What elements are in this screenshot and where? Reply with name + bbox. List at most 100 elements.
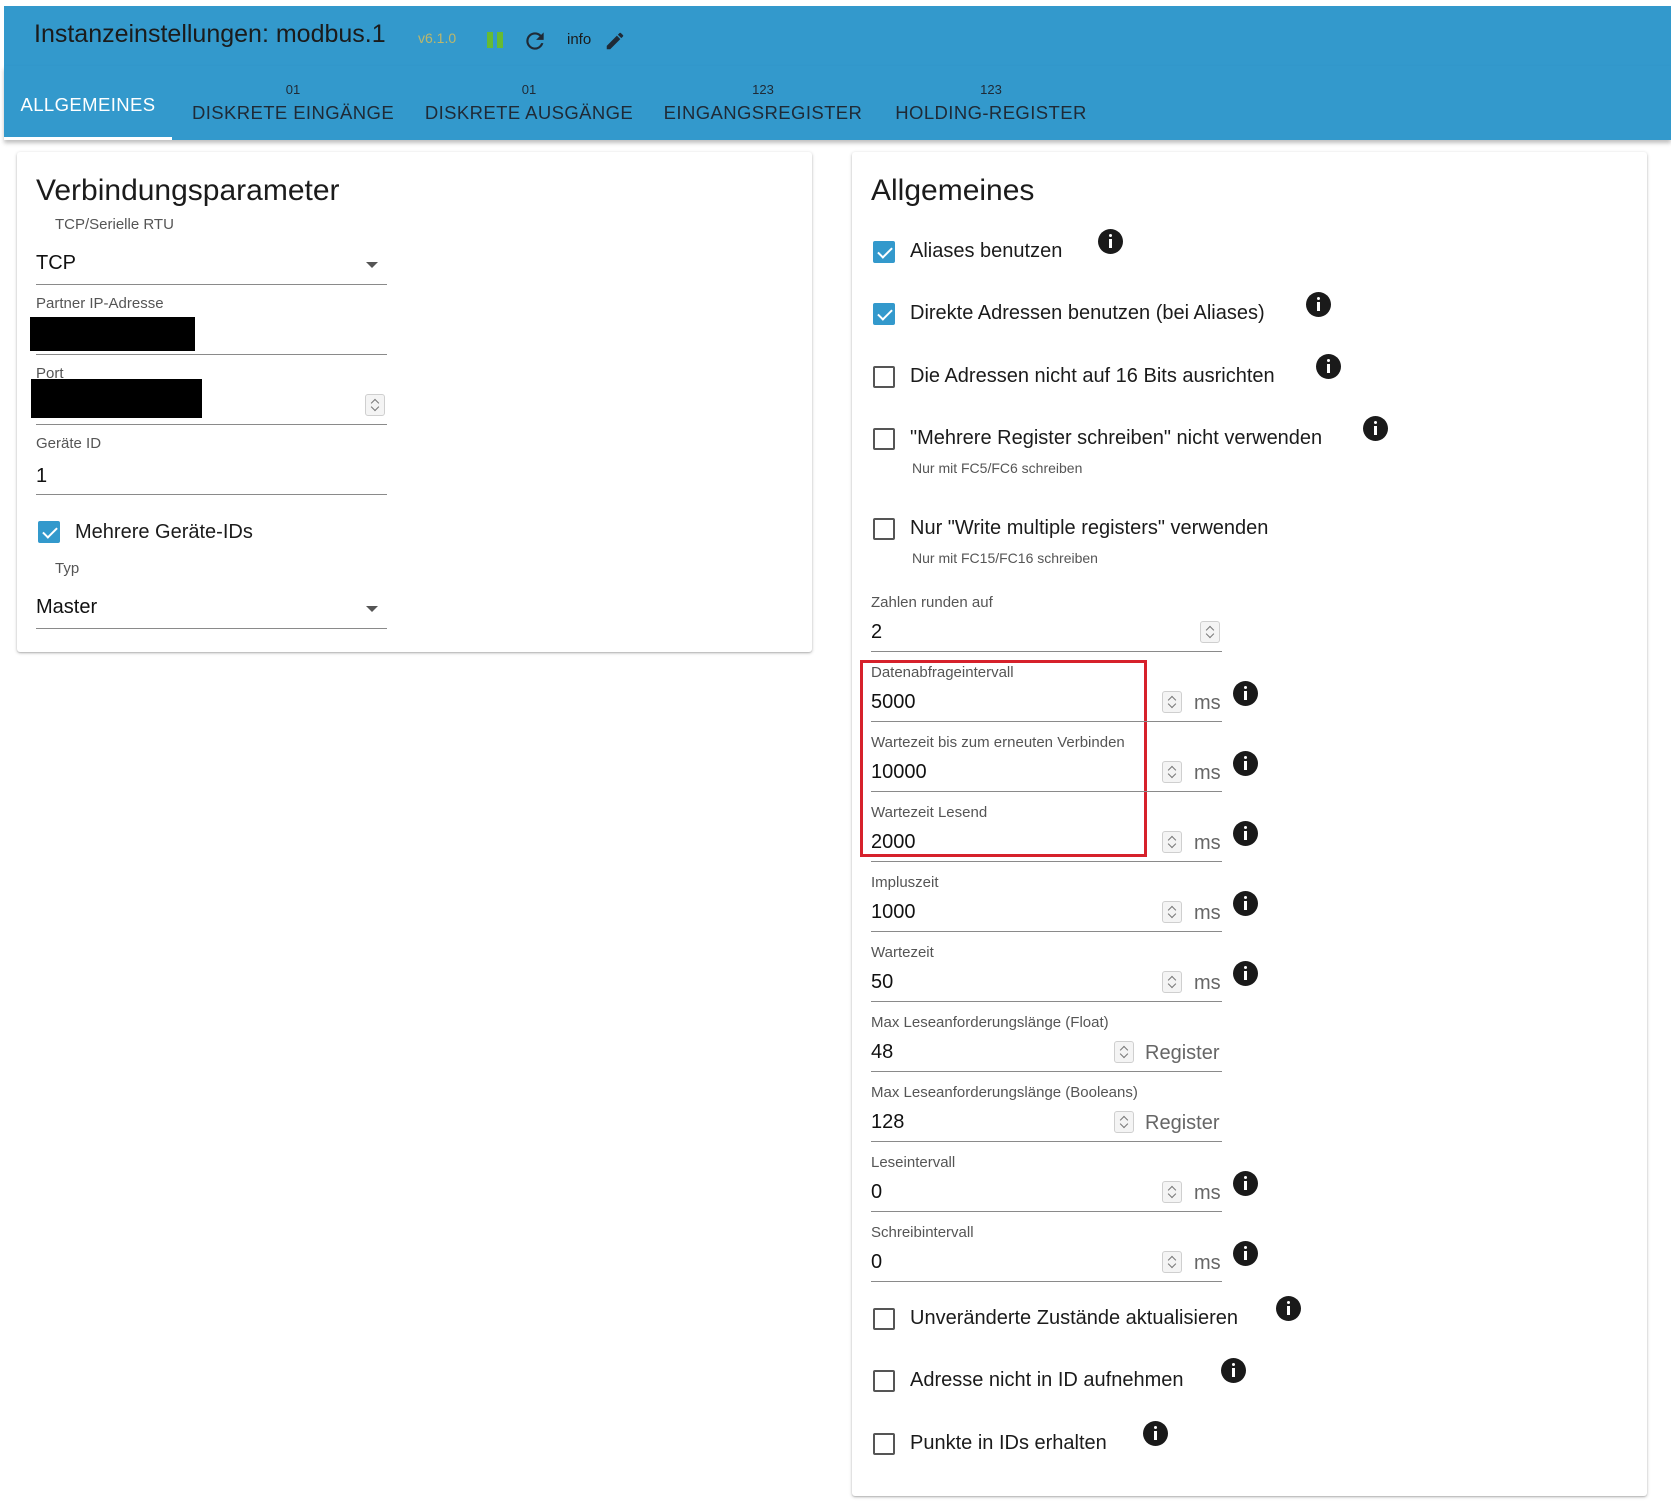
info-link[interactable]: info <box>567 31 591 48</box>
tab-diskrete-eingaenge[interactable]: 01 DISKRETE EINGÄNGE <box>186 66 400 140</box>
write-interval-label: Schreibintervall <box>871 1224 974 1241</box>
address-not-in-id-checkbox[interactable] <box>873 1370 895 1392</box>
no-multi-write-label: "Mehrere Register schreiben" nicht verwe… <box>910 427 1323 449</box>
info-icon[interactable] <box>1233 821 1258 846</box>
read-timeout-unit: ms <box>1194 832 1221 854</box>
write-interval-stepper[interactable] <box>1162 1251 1182 1273</box>
reconnect-input[interactable]: 10000 <box>871 761 927 784</box>
info-icon[interactable] <box>1306 292 1331 317</box>
role-select[interactable]: Master <box>36 596 97 619</box>
pause-icon[interactable] <box>486 30 504 50</box>
multi-ids-label: Mehrere Geräte-IDs <box>75 521 253 543</box>
read-interval-label: Leseintervall <box>871 1154 956 1171</box>
connection-type-select[interactable]: TCP <box>36 252 76 275</box>
max-read-float-stepper[interactable] <box>1114 1041 1134 1063</box>
tab-label: HOLDING-REGISTER <box>895 102 1087 123</box>
info-icon[interactable] <box>1363 416 1388 441</box>
info-icon[interactable] <box>1233 681 1258 706</box>
field-underline <box>36 284 387 285</box>
info-icon[interactable] <box>1233 961 1258 986</box>
tab-label: ALLGEMEINES <box>20 94 156 115</box>
no-multi-write-help: Nur mit FC5/FC6 schreiben <box>912 460 1083 476</box>
port-input-redacted[interactable] <box>31 379 202 418</box>
page-title: Instanzeinstellungen: modbus.1 <box>34 20 386 48</box>
port-stepper[interactable] <box>365 394 385 416</box>
read-timeout-label: Wartezeit Lesend <box>871 804 988 821</box>
pulse-time-input[interactable]: 1000 <box>871 901 916 924</box>
read-interval-input[interactable]: 0 <box>871 1181 882 1204</box>
field-underline <box>871 791 1222 792</box>
info-icon[interactable] <box>1233 1171 1258 1196</box>
tab-diskrete-ausgaenge[interactable]: 01 DISKRETE AUSGÄNGE <box>422 66 636 140</box>
no-multi-write-checkbox[interactable] <box>873 428 895 450</box>
round-stepper[interactable] <box>1200 621 1220 643</box>
ip-address-input-redacted[interactable] <box>30 317 195 351</box>
write-interval-input[interactable]: 0 <box>871 1251 882 1274</box>
keep-dots-checkbox[interactable] <box>873 1433 895 1455</box>
keep-dots-label: Punkte in IDs erhalten <box>910 1432 1107 1454</box>
info-icon[interactable] <box>1233 751 1258 776</box>
tab-label: DISKRETE EINGÄNGE <box>191 102 395 123</box>
update-unchanged-checkbox[interactable] <box>873 1308 895 1330</box>
pulse-time-stepper[interactable] <box>1162 901 1182 923</box>
field-underline <box>871 1281 1222 1282</box>
poll-interval-stepper[interactable] <box>1162 691 1182 713</box>
info-icon[interactable] <box>1098 229 1123 254</box>
connection-type-label: TCP/Serielle RTU <box>55 216 174 233</box>
field-underline <box>36 628 387 629</box>
wait-time-label: Wartezeit <box>871 944 934 961</box>
pulse-time-unit: ms <box>1194 902 1221 924</box>
use-aliases-checkbox[interactable] <box>873 241 895 263</box>
wait-time-input[interactable]: 50 <box>871 971 893 994</box>
read-interval-stepper[interactable] <box>1162 1181 1182 1203</box>
version-label: v6.1.0 <box>418 30 457 46</box>
role-label: Typ <box>55 560 80 577</box>
info-icon[interactable] <box>1233 1241 1258 1266</box>
device-id-label: Geräte ID <box>36 435 102 452</box>
tab-holding-register[interactable]: 123 HOLDING-REGISTER <box>888 66 1094 140</box>
only-multi-write-checkbox[interactable] <box>873 518 895 540</box>
only-multi-write-label: Nur "Write multiple registers" verwenden <box>910 517 1269 539</box>
info-icon[interactable] <box>1316 354 1341 379</box>
field-underline <box>871 721 1222 722</box>
read-timeout-stepper[interactable] <box>1162 831 1182 853</box>
pencil-icon[interactable] <box>604 30 626 52</box>
field-underline <box>871 1071 1222 1072</box>
chevron-down-icon[interactable] <box>366 606 378 612</box>
tab-allgemeines[interactable]: ALLGEMEINES <box>4 66 172 140</box>
read-interval-unit: ms <box>1194 1182 1221 1204</box>
tab-eingangsregister[interactable]: 123 EINGANGSREGISTER <box>660 66 866 140</box>
poll-interval-input[interactable]: 5000 <box>871 691 916 714</box>
general-title: Allgemeines <box>871 174 1035 207</box>
read-timeout-input[interactable]: 2000 <box>871 831 916 854</box>
max-read-bool-label: Max Leseanforderungslänge (Booleans) <box>871 1084 1138 1101</box>
round-input[interactable]: 2 <box>871 621 882 644</box>
multi-ids-checkbox[interactable] <box>38 521 60 543</box>
max-read-bool-stepper[interactable] <box>1114 1111 1134 1133</box>
max-read-float-unit: Register <box>1145 1042 1220 1064</box>
info-icon[interactable] <box>1221 1358 1246 1383</box>
direct-addresses-checkbox[interactable] <box>873 303 895 325</box>
reconnect-label: Wartezeit bis zum erneuten Verbinden <box>871 734 1125 751</box>
round-label: Zahlen runden auf <box>871 594 993 611</box>
info-icon[interactable] <box>1233 891 1258 916</box>
info-icon[interactable] <box>1143 1421 1168 1446</box>
no-align-16bit-checkbox[interactable] <box>873 366 895 388</box>
device-id-input[interactable]: 1 <box>36 465 47 488</box>
chevron-down-icon[interactable] <box>366 262 378 268</box>
use-aliases-label: Aliases benutzen <box>910 240 1063 262</box>
address-not-in-id-label: Adresse nicht in ID aufnehmen <box>910 1369 1184 1391</box>
reconnect-stepper[interactable] <box>1162 761 1182 783</box>
field-underline <box>871 1211 1222 1212</box>
refresh-icon[interactable] <box>522 28 548 54</box>
update-unchanged-label: Unveränderte Zustände aktualisieren <box>910 1307 1238 1329</box>
max-read-float-label: Max Leseanforderungslänge (Float) <box>871 1014 1109 1031</box>
field-underline <box>871 651 1222 652</box>
ip-address-label: Partner IP-Adresse <box>36 295 164 312</box>
info-icon[interactable] <box>1276 1296 1301 1321</box>
max-read-float-input[interactable]: 48 <box>871 1041 893 1064</box>
field-underline <box>36 424 387 425</box>
write-interval-unit: ms <box>1194 1252 1221 1274</box>
wait-time-stepper[interactable] <box>1162 971 1182 993</box>
max-read-bool-input[interactable]: 128 <box>871 1111 904 1134</box>
